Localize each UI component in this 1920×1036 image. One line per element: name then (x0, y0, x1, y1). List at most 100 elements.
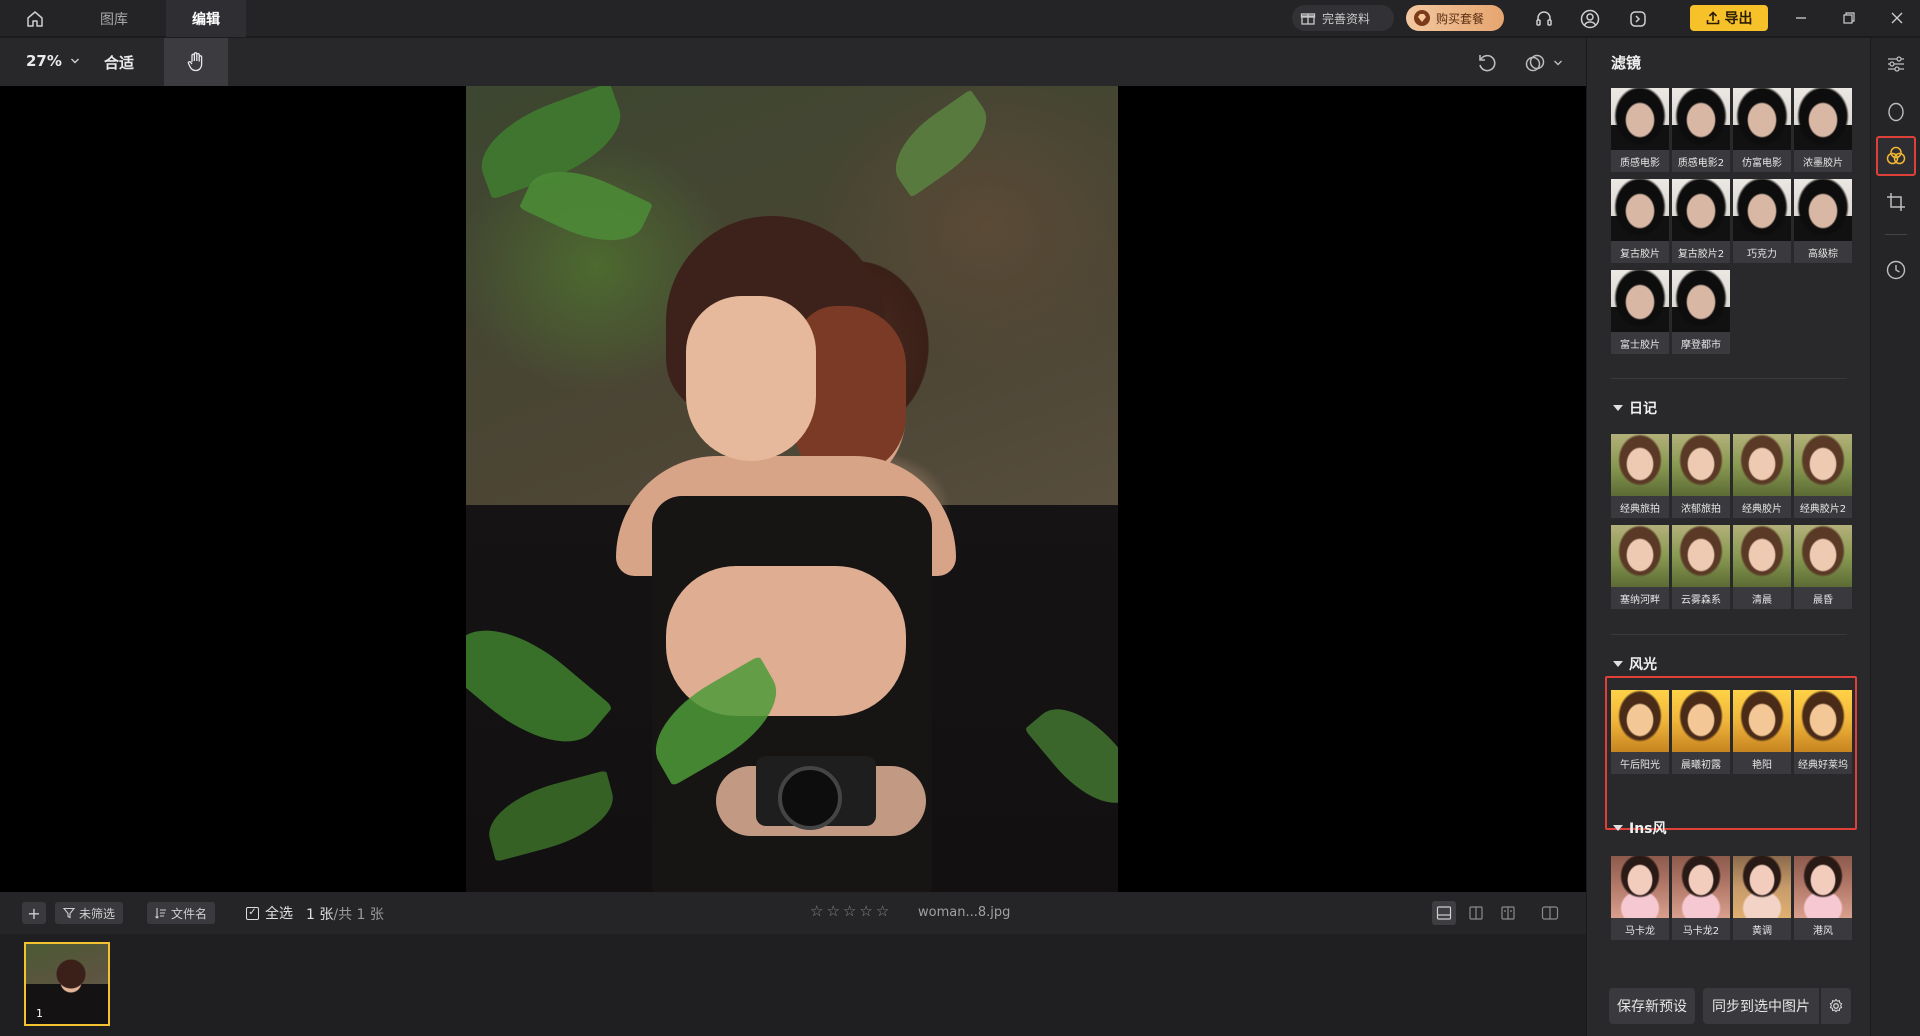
view-before-after-button[interactable] (1538, 901, 1562, 925)
edited-photo[interactable] (466, 86, 1118, 892)
select-all-checkbox[interactable]: ✓ 全选 (246, 903, 293, 923)
sync-settings-button[interactable] (1821, 988, 1851, 1024)
split-view-icon (1469, 906, 1483, 920)
compare-view-icon (1501, 906, 1515, 920)
filter-tile[interactable]: 云雾森系 (1672, 525, 1730, 609)
filter-tile[interactable]: 复古胶片 (1611, 179, 1669, 263)
section-title: Ins风 (1629, 821, 1667, 837)
complete-info-button[interactable]: 完善资料 (1292, 5, 1394, 31)
filter-tile[interactable]: 塞纳河畔 (1611, 525, 1669, 609)
minimize-icon (1796, 17, 1806, 19)
star-icon[interactable]: ☆ (826, 902, 839, 920)
filter-label: 复古胶片2 (1672, 241, 1730, 263)
tab-library[interactable]: 图库 (82, 0, 146, 37)
view-compare-button[interactable] (1496, 901, 1520, 925)
section-header-diary[interactable]: 日记 (1613, 398, 1657, 418)
photo-editor-app: 图库 编辑 完善资料 购买套餐 导出 27% 合适 + 未筛选 文件名 ✓ 全选… (0, 0, 1920, 1036)
filter-tile[interactable]: 高级棕 (1794, 179, 1852, 263)
star-icon[interactable]: ☆ (810, 902, 823, 920)
filter-preview (1794, 690, 1852, 752)
image-canvas[interactable] (0, 86, 1586, 892)
share-button[interactable] (1626, 7, 1650, 31)
compare-button[interactable] (1522, 50, 1548, 76)
panel-title: 滤镜 (1611, 54, 1642, 72)
tab-edit[interactable]: 编辑 (166, 0, 246, 37)
filter-tile[interactable]: 仿富电影 (1733, 88, 1791, 172)
filter-preview (1733, 179, 1791, 241)
diamond-icon (1412, 8, 1432, 28)
crop-tool-button[interactable] (1876, 182, 1916, 222)
close-button[interactable] (1882, 4, 1912, 32)
star-icon[interactable]: ☆ (859, 902, 872, 920)
filter-tool-button[interactable] (1876, 136, 1916, 176)
filter-tile[interactable]: 质感电影 (1611, 88, 1669, 172)
restore-button[interactable] (1834, 4, 1864, 32)
restore-icon (1843, 12, 1855, 24)
view-side-by-side-button[interactable] (1464, 901, 1488, 925)
compare-dropdown[interactable] (1550, 50, 1566, 76)
filter-tile[interactable]: 午后阳光 (1611, 690, 1669, 774)
filter-tile[interactable]: 经典旅拍 (1611, 434, 1669, 518)
image-count-current: 1 张 (306, 907, 334, 923)
filter-label: 晨昏 (1794, 587, 1852, 609)
filter-tile[interactable]: 浓墨胶片 (1794, 88, 1852, 172)
filter-tile[interactable]: 富士胶片 (1611, 270, 1669, 354)
star-icon[interactable]: ☆ (843, 902, 856, 920)
collapse-triangle-icon (1613, 825, 1623, 831)
filter-button[interactable]: 未筛选 (55, 902, 124, 924)
hand-tool-button[interactable] (164, 38, 228, 86)
filter-label: 巧克力 (1733, 241, 1791, 263)
panel-footer: 保存新预设 同步到选中图片 (1587, 974, 1871, 1036)
filter-tile[interactable]: 晨曦初露 (1672, 690, 1730, 774)
save-preset-button[interactable]: 保存新预设 (1609, 988, 1695, 1024)
photo-foliage (466, 603, 613, 769)
filter-tile[interactable]: 浓郁旅拍 (1672, 434, 1730, 518)
filter-preview (1672, 434, 1730, 496)
minimize-button[interactable] (1786, 4, 1816, 32)
star-icon[interactable]: ☆ (876, 902, 889, 920)
view-filmstrip-button[interactable] (1432, 901, 1456, 925)
history-tool-button[interactable] (1876, 250, 1916, 290)
filter-tile[interactable]: 清晨 (1733, 525, 1791, 609)
image-count: 1 张/共 1 张 (306, 904, 384, 924)
filter-tile[interactable]: 经典胶片 (1733, 434, 1791, 518)
buy-plan-button[interactable]: 购买套餐 (1406, 5, 1504, 31)
account-button[interactable] (1578, 7, 1602, 31)
filter-label: 晨曦初露 (1672, 752, 1730, 774)
user-icon (1580, 9, 1600, 29)
fit-button[interactable]: 合适 (104, 52, 134, 73)
filter-preview (1794, 525, 1852, 587)
section-header-ins[interactable]: Ins风 (1613, 818, 1667, 838)
edit-toolbar: 27% 合适 (0, 38, 1586, 86)
home-button[interactable] (18, 6, 52, 32)
section-header-scenery[interactable]: 风光 (1613, 654, 1657, 674)
filter-tile[interactable]: 质感电影2 (1672, 88, 1730, 172)
support-button[interactable] (1532, 7, 1556, 31)
home-icon (27, 11, 43, 27)
filter-tile[interactable]: 巧克力 (1733, 179, 1791, 263)
reset-button[interactable] (1474, 50, 1500, 76)
filter-tile[interactable]: 摩登都市 (1672, 270, 1730, 354)
filter-label: 质感电影 (1611, 150, 1669, 172)
filter-tile[interactable]: 马卡龙 (1611, 856, 1669, 940)
filmstrip-thumbnail[interactable]: 1 (24, 942, 110, 1026)
filter-tile[interactable]: 经典好莱坞 (1794, 690, 1852, 774)
filter-preview (1794, 434, 1852, 496)
filter-tile[interactable]: 复古胶片2 (1672, 179, 1730, 263)
star-rating[interactable]: ☆ ☆ ☆ ☆ ☆ (810, 902, 889, 920)
filter-label: 仿富电影 (1733, 150, 1791, 172)
zoom-dropdown[interactable]: 27% (26, 52, 80, 70)
filter-tile[interactable]: 马卡龙2 (1672, 856, 1730, 940)
add-image-button[interactable]: + (22, 902, 46, 924)
export-button[interactable]: 导出 (1690, 5, 1768, 31)
filter-tile[interactable]: 港风 (1794, 856, 1852, 940)
filter-label: 经典好莱坞 (1794, 752, 1852, 774)
filter-tile[interactable]: 经典胶片2 (1794, 434, 1852, 518)
filter-tile[interactable]: 黄调 (1733, 856, 1791, 940)
portrait-tool-button[interactable] (1876, 92, 1916, 132)
adjust-tool-button[interactable] (1876, 44, 1916, 84)
sort-button[interactable]: 文件名 (147, 902, 216, 924)
filter-tile[interactable]: 晨昏 (1794, 525, 1852, 609)
filter-tile[interactable]: 艳阳 (1733, 690, 1791, 774)
sync-to-selected-button[interactable]: 同步到选中图片 (1703, 988, 1819, 1024)
